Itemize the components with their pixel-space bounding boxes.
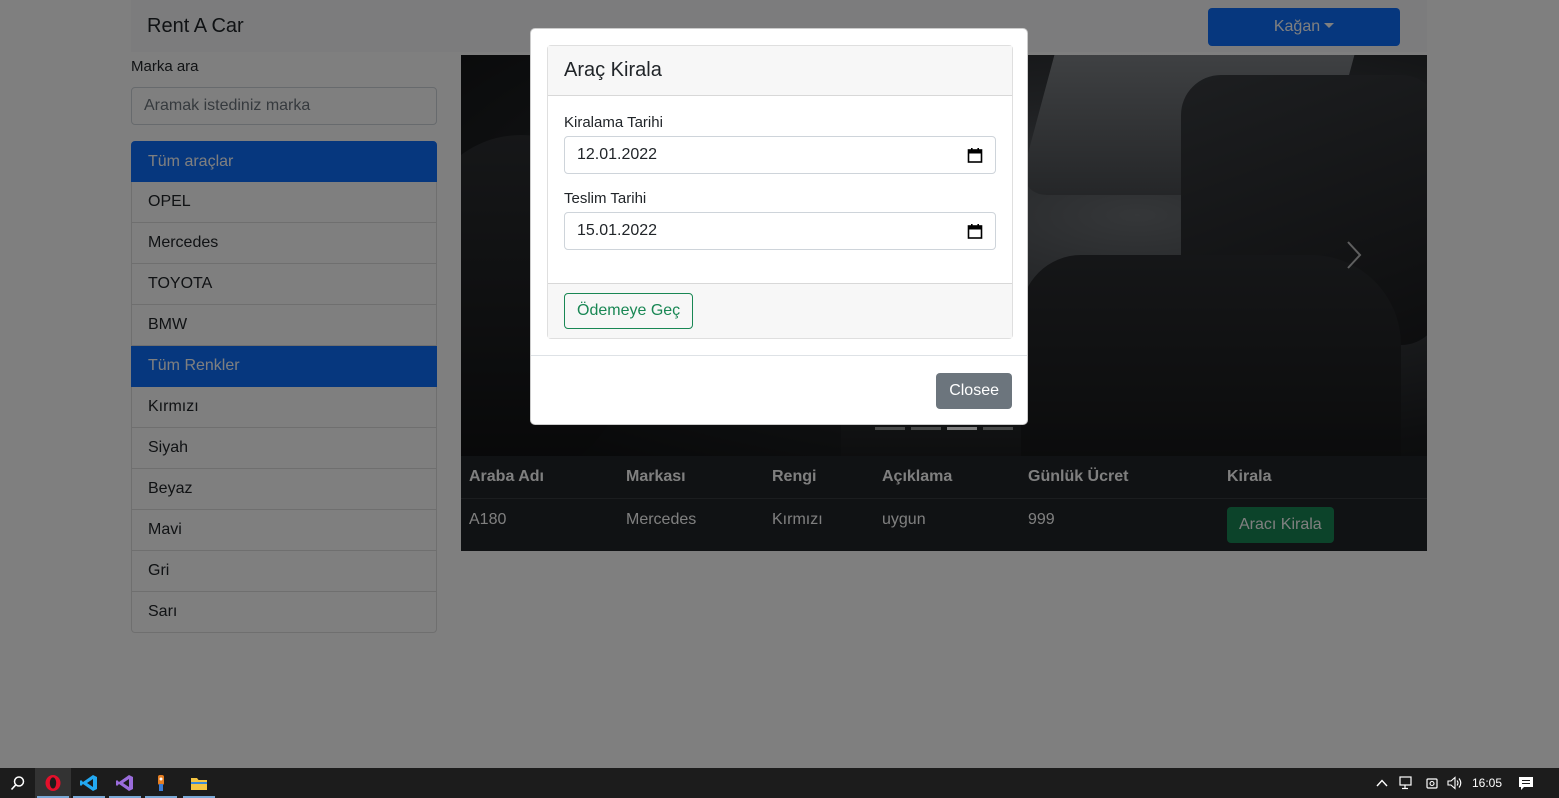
meet-now-icon[interactable]	[1422, 768, 1442, 798]
file-explorer-icon[interactable]	[181, 768, 217, 798]
return-date-label: Teslim Tarihi	[564, 190, 647, 207]
proceed-to-payment-button[interactable]: Ödemeye Geç	[564, 293, 694, 329]
rent-date-input[interactable]: 12.01.2022	[564, 136, 996, 174]
opera-icon[interactable]	[35, 768, 71, 798]
paint-icon[interactable]	[143, 768, 179, 798]
chevron-up-icon[interactable]	[1373, 768, 1391, 798]
modal-title: Araç Kirala	[548, 46, 1012, 96]
rent-date-value: 12.01.2022	[577, 146, 658, 163]
network-icon[interactable]	[1397, 768, 1417, 798]
return-date-input[interactable]: 15.01.2022	[564, 212, 996, 250]
modal-footer: Closee	[531, 355, 1027, 425]
card-footer: Ödemeye Geç	[548, 283, 1012, 338]
rent-date-label: Kiralama Tarihi	[564, 114, 663, 131]
rent-card: Araç Kirala Kiralama Tarihi 12.01.2022 T…	[547, 45, 1013, 339]
calendar-icon[interactable]	[967, 147, 983, 163]
rent-form: Kiralama Tarihi 12.01.2022 Teslim Tarihi…	[548, 96, 1012, 250]
visual-studio-icon[interactable]	[107, 768, 143, 798]
close-button[interactable]: Closee	[936, 372, 1012, 409]
volume-icon[interactable]	[1445, 768, 1465, 798]
vscode-icon[interactable]	[71, 768, 107, 798]
notification-icon[interactable]	[1513, 768, 1539, 798]
search-icon[interactable]	[0, 768, 36, 798]
system-clock[interactable]: 16:05	[1469, 768, 1505, 798]
calendar-icon[interactable]	[967, 223, 983, 239]
rent-car-modal: Araç Kirala Kiralama Tarihi 12.01.2022 T…	[530, 28, 1028, 425]
return-date-value: 15.01.2022	[577, 222, 658, 239]
taskbar: 16:05	[0, 768, 1559, 798]
